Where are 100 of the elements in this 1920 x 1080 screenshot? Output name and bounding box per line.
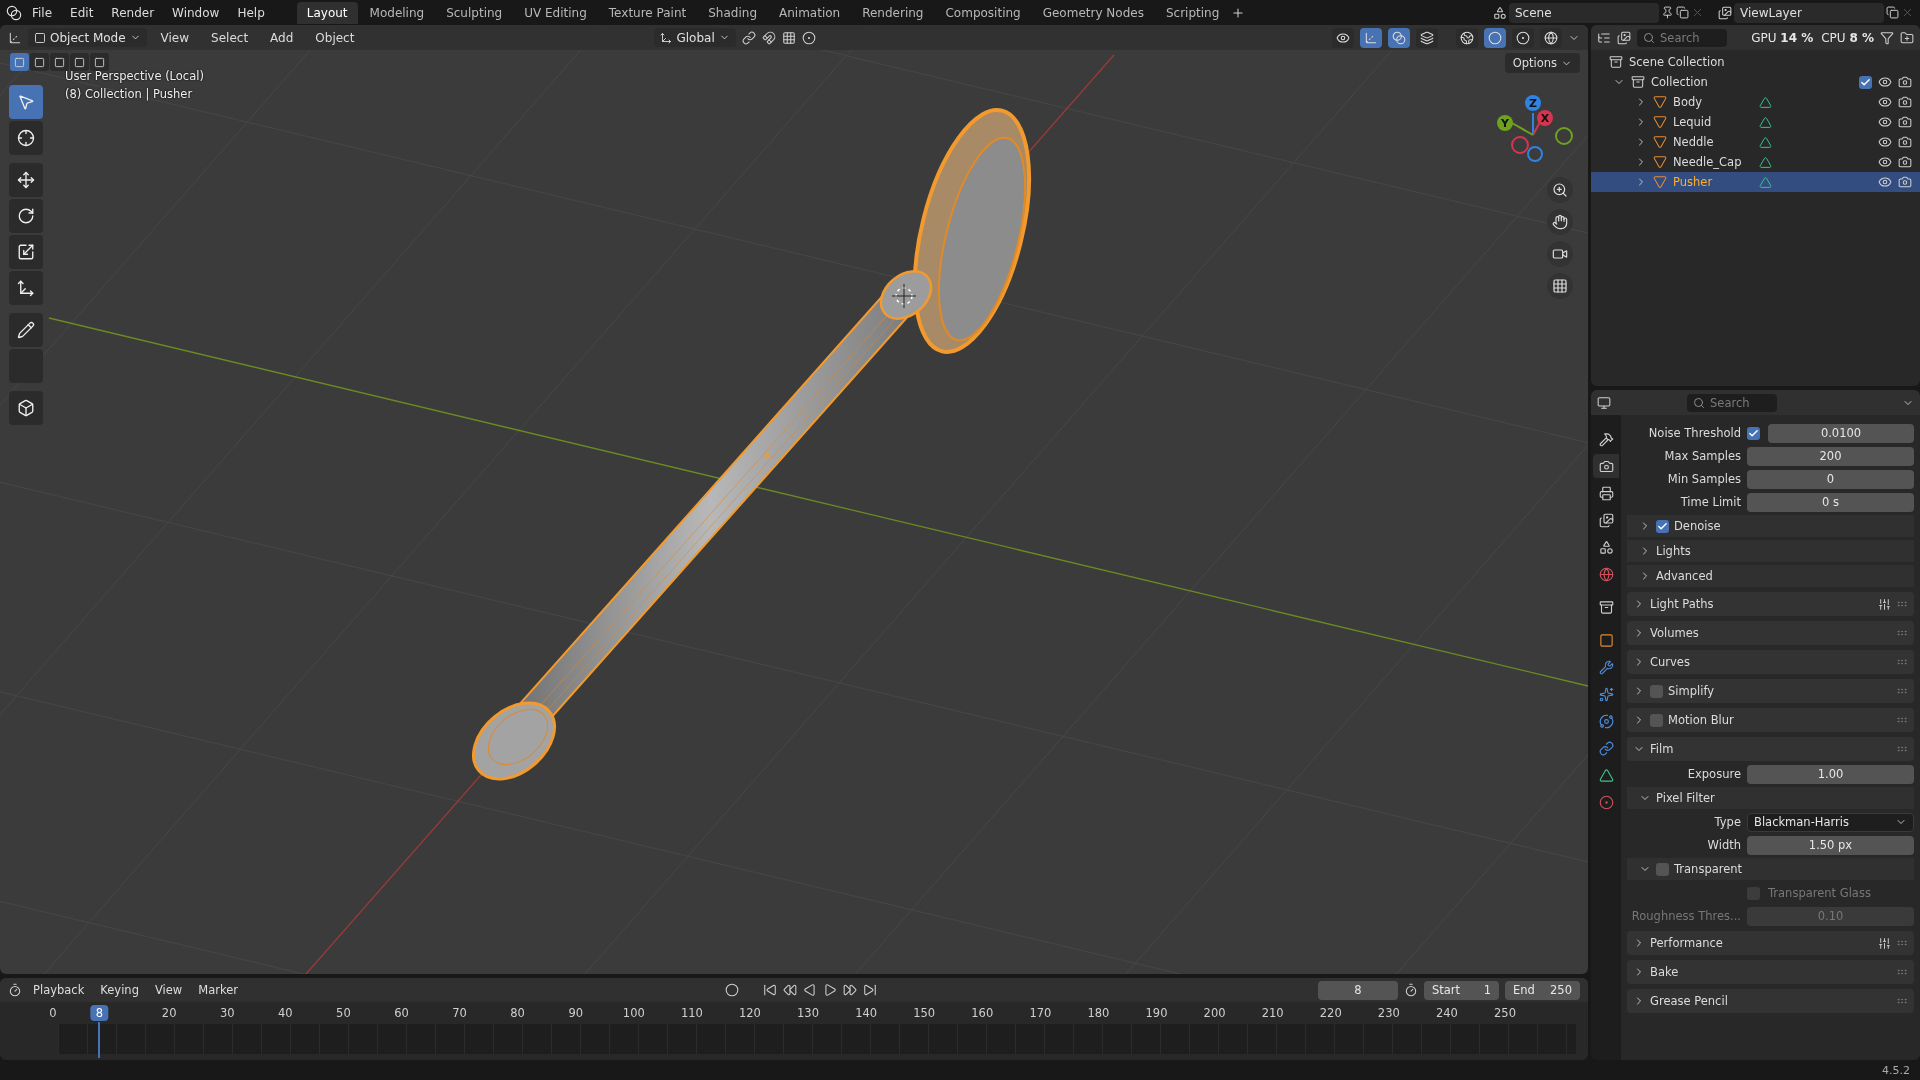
subpanel-header[interactable]: Denoise [1627, 515, 1914, 537]
number-field[interactable]: 1.00 [1747, 764, 1914, 784]
proportional-icon[interactable] [801, 30, 816, 45]
axis-handle[interactable] [1527, 146, 1543, 162]
checkbox[interactable] [1650, 684, 1663, 698]
menu-item[interactable]: Select [203, 27, 257, 48]
select-mode-button[interactable] [90, 53, 109, 71]
panel-header[interactable]: Simplify [1627, 679, 1914, 703]
rotate-tool[interactable] [9, 199, 43, 233]
outliner-row[interactable]: Lequid [1591, 112, 1920, 132]
workspace-tab[interactable]: Scripting [1155, 1, 1230, 24]
eye-icon[interactable] [1878, 75, 1892, 89]
checkbox[interactable] [1747, 426, 1760, 440]
record-icon[interactable] [725, 983, 739, 997]
eye-icon[interactable] [1878, 115, 1892, 129]
editor-type-icon[interactable] [1597, 395, 1611, 410]
subpanel-header[interactable]: Advanced [1627, 565, 1914, 587]
eye-icon[interactable] [1878, 155, 1892, 169]
jump-start-icon[interactable] [763, 983, 777, 997]
menu-item[interactable]: Window [164, 2, 228, 23]
tree-item[interactable]: Collection [1651, 75, 1708, 89]
camera-icon[interactable] [1898, 135, 1912, 149]
shading-button[interactable] [1484, 27, 1506, 48]
playhead[interactable]: 8 [90, 1005, 109, 1021]
annotate-tool[interactable] [9, 313, 43, 347]
number-field[interactable]: 1.50 px [1747, 835, 1914, 855]
menu-item[interactable]: Render [103, 2, 163, 23]
copy-icon[interactable] [1676, 6, 1689, 19]
menu-item[interactable]: Object [307, 27, 363, 48]
overlay-toggle[interactable] [1332, 27, 1354, 48]
panel-header[interactable]: Light Paths [1627, 592, 1914, 616]
drag-handle-icon[interactable] [1896, 627, 1908, 639]
pivot-icon[interactable] [741, 30, 756, 45]
checkbox[interactable] [1656, 862, 1669, 876]
zoom-button[interactable] [1547, 177, 1573, 203]
workspace-tab[interactable]: Modeling [359, 1, 435, 24]
workspace-tab[interactable]: Shading [698, 1, 767, 24]
shading-button[interactable] [1540, 27, 1562, 48]
camera-icon[interactable] [1898, 75, 1912, 89]
workspace-tab[interactable]: Texture Paint [598, 1, 697, 24]
panel-header[interactable]: Curves [1627, 650, 1914, 674]
workspace-tab[interactable]: Compositing [935, 1, 1031, 24]
drag-handle-icon[interactable] [1896, 937, 1908, 949]
panel-header[interactable]: Film [1627, 737, 1914, 761]
select-mode-button[interactable] [50, 53, 69, 71]
eye-icon[interactable] [1878, 135, 1892, 149]
camera-icon[interactable] [1898, 95, 1912, 109]
snap-grid-icon[interactable] [781, 30, 796, 45]
mode-dropdown[interactable]: Object Mode [28, 28, 147, 47]
eye-icon[interactable] [1878, 175, 1892, 189]
view-layer-field[interactable]: ViewLayer [1734, 2, 1884, 23]
drag-handle-icon[interactable] [1896, 714, 1908, 726]
pan-button[interactable] [1547, 209, 1573, 235]
menu-item[interactable]: View [152, 27, 198, 48]
editor-type-icon[interactable] [8, 30, 22, 45]
panel-header[interactable]: Bake [1627, 960, 1914, 984]
dropdown[interactable]: Blackman-Harris [1747, 812, 1914, 832]
subpanel-header[interactable]: Pixel Filter [1627, 787, 1914, 809]
axis-handle[interactable] [1511, 136, 1529, 154]
jump-end-icon[interactable] [863, 983, 877, 997]
end-frame-field[interactable]: End 250 [1505, 980, 1580, 1000]
panel-header[interactable]: Volumes [1627, 621, 1914, 645]
editor-type-icon[interactable] [8, 983, 22, 997]
play-icon[interactable] [823, 983, 837, 997]
number-field[interactable]: 0 s [1747, 492, 1914, 512]
orientation-dropdown[interactable]: Global [654, 28, 736, 47]
drag-handle-icon[interactable] [1896, 966, 1908, 978]
camera-icon[interactable] [1898, 175, 1912, 189]
presets-icon[interactable] [1878, 936, 1891, 950]
overlay-toggle[interactable] [1388, 27, 1410, 48]
camera-icon[interactable] [1898, 155, 1912, 169]
menu-item[interactable]: Keying [95, 981, 144, 999]
pin-icon[interactable] [1661, 6, 1674, 19]
view-layer-icon[interactable] [1718, 5, 1732, 20]
workspace-tab[interactable]: Animation [769, 1, 851, 24]
scene-field[interactable]: Scene [1509, 2, 1659, 23]
menu-item[interactable]: File [24, 2, 61, 23]
select-mode-button[interactable] [30, 53, 49, 71]
current-frame-field[interactable]: 8 [1318, 980, 1398, 1000]
eye-icon[interactable] [1878, 95, 1892, 109]
workspace-tab[interactable]: Geometry Nodes [1032, 1, 1154, 24]
timer-icon[interactable] [1404, 983, 1418, 997]
menu-item[interactable]: Edit [62, 2, 102, 23]
panel-header[interactable]: Performance [1627, 931, 1914, 955]
panel-header[interactable]: Motion Blur [1627, 708, 1914, 732]
add-cube-tool[interactable] [9, 391, 43, 425]
overlay-toggle[interactable] [1360, 27, 1382, 48]
drag-handle-icon[interactable] [1896, 685, 1908, 697]
workspace-tab[interactable]: Layout [296, 1, 358, 24]
move-tool[interactable] [9, 163, 43, 197]
axis-handle[interactable]: Y [1497, 115, 1534, 136]
outliner-row[interactable]: Neddle [1591, 132, 1920, 152]
copy-icon[interactable] [1886, 6, 1899, 19]
tree-item[interactable]: Scene Collection [1629, 55, 1725, 69]
shading-button[interactable] [1456, 27, 1478, 48]
drag-handle-icon[interactable] [1896, 743, 1908, 755]
model-drawing[interactable] [472, 108, 1031, 781]
number-field[interactable]: 0 [1747, 469, 1914, 489]
workspace-tab[interactable]: UV Editing [514, 1, 597, 24]
select-mode-button[interactable] [10, 53, 29, 71]
